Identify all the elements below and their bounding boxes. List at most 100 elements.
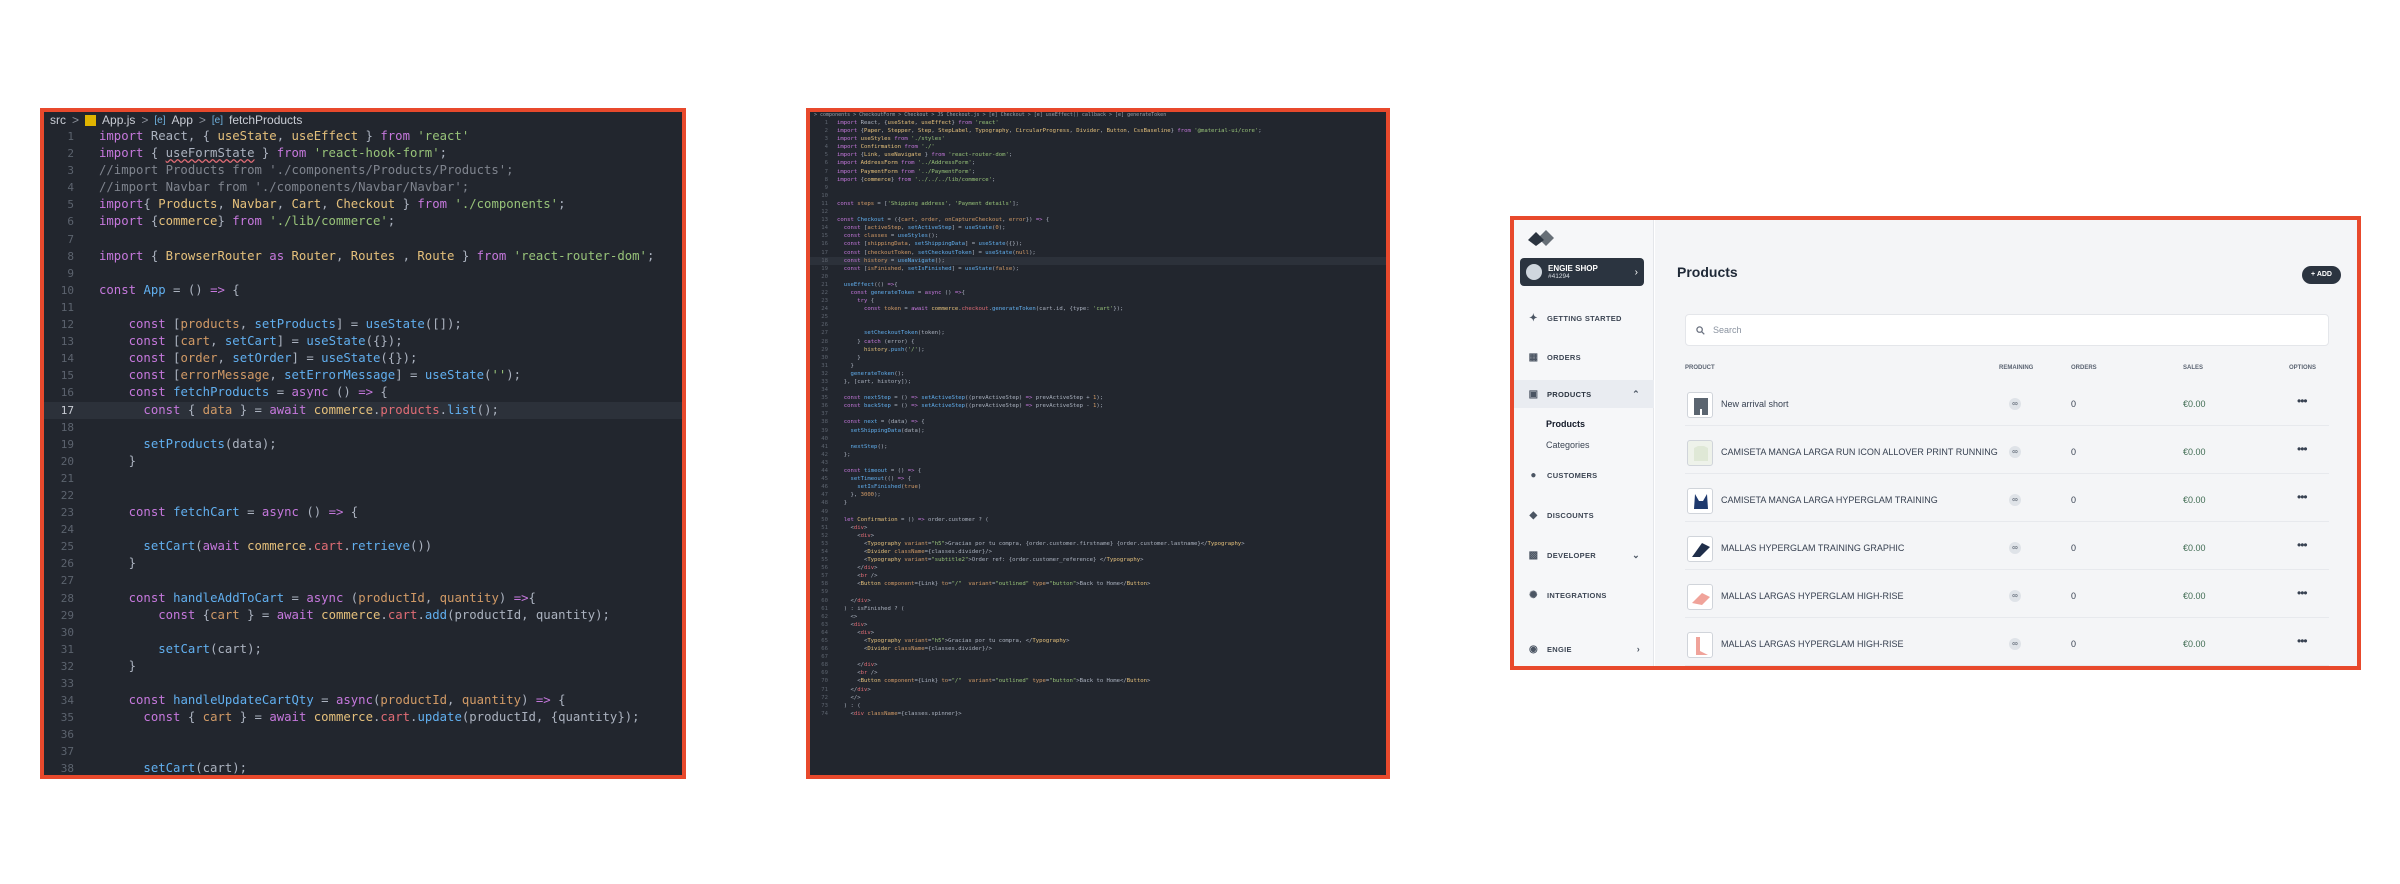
table-row[interactable]: CAMISETA MANGA LARGA HYPERGLAM TRAINING … xyxy=(1685,474,2329,522)
code-line[interactable]: 33 xyxy=(44,675,682,692)
code-line[interactable]: 29 history.push('/'); xyxy=(810,346,1386,354)
code-line[interactable]: 21 xyxy=(44,470,682,487)
product-name[interactable]: MALLAS LARGAS HYPERGLAM HIGH-RISE xyxy=(1721,639,1904,649)
sidebar-item-integrations[interactable]: ✺ INTEGRATIONS xyxy=(1514,581,1654,609)
code-line[interactable]: 3 //import Products from './components/Pr… xyxy=(44,162,682,179)
sidebar-user-menu[interactable]: ◉ ENGIE › xyxy=(1514,635,1654,663)
code-line[interactable]: 24 xyxy=(44,521,682,538)
code-line[interactable]: 46 setIsFinished(true) xyxy=(810,483,1386,491)
sidebar-subitem-products[interactable]: Products xyxy=(1546,419,1585,429)
table-row[interactable]: MALLAS LARGAS HYPERGLAM HIGH-RISE ∞ 0 €0… xyxy=(1685,618,2329,666)
product-name[interactable]: MALLAS LARGAS HYPERGLAM HIGH-RISE xyxy=(1721,591,1904,601)
code-line[interactable]: 39 } xyxy=(44,778,682,779)
code-line[interactable]: 4 //import Navbar from './components/Navb… xyxy=(44,179,682,196)
code-line[interactable]: 65 <Typography variant="h5">Gracias por … xyxy=(810,637,1386,645)
product-name[interactable]: New arrival short xyxy=(1721,399,1789,409)
code-line[interactable]: 61 ) : isFinished ? ( xyxy=(810,605,1386,613)
add-product-button[interactable]: + ADD xyxy=(2302,266,2341,284)
code-line[interactable]: 37 xyxy=(810,410,1386,418)
more-options-icon[interactable]: ••• xyxy=(2297,490,2308,504)
code-line[interactable]: 34 xyxy=(810,386,1386,394)
code-line[interactable]: 35 const nextStep = () => setActiveStep(… xyxy=(810,394,1386,402)
code-line[interactable]: 11 xyxy=(44,299,682,316)
code-line[interactable]: 63 <div> xyxy=(810,621,1386,629)
column-header-sales[interactable]: SALES xyxy=(2183,365,2203,371)
sidebar-subitem-categories[interactable]: Categories xyxy=(1546,440,1590,450)
code-line[interactable]: 36 xyxy=(44,726,682,743)
code-line[interactable]: 19 setProducts(data); xyxy=(44,436,682,453)
code-line[interactable]: 15 const [errorMessage, setErrorMessage]… xyxy=(44,367,682,384)
code-line[interactable]: 34 const handleUpdateCartQty = async(pro… xyxy=(44,692,682,709)
code-line[interactable]: 70 <Button component={Link} to="/" varia… xyxy=(810,677,1386,685)
code-line[interactable]: 64 <div> xyxy=(810,629,1386,637)
code-line[interactable]: 4 import Confirmation from './' xyxy=(810,143,1386,151)
code-line[interactable]: 32 generateToken(); xyxy=(810,370,1386,378)
code-line[interactable]: 26 xyxy=(810,321,1386,329)
code-line[interactable]: 51 <div> xyxy=(810,524,1386,532)
code-line[interactable]: 24 const token = await commerce.checkout… xyxy=(810,305,1386,313)
code-line[interactable]: 60 </div> xyxy=(810,597,1386,605)
code-line[interactable]: 5 import {Link, useNavigate } from 'react… xyxy=(810,151,1386,159)
code-line[interactable]: 2 import {Paper, Stepper, Step, StepLabel… xyxy=(810,127,1386,135)
code-line[interactable]: 17 const { data } = await commerce.produ… xyxy=(44,401,682,419)
column-header-product[interactable]: PRODUCT xyxy=(1685,365,1715,371)
code-line[interactable]: 8 import { BrowserRouter as Router, Route… xyxy=(44,248,682,265)
code-line[interactable]: 41 nextStep(); xyxy=(810,443,1386,451)
code-line[interactable]: 49 xyxy=(810,508,1386,516)
code-line[interactable]: 38 const next = (data) => { xyxy=(810,418,1386,426)
code-line[interactable]: 23 const fetchCart = async () => { xyxy=(44,504,682,521)
code-line[interactable]: 22 xyxy=(44,487,682,504)
table-row[interactable]: MALLAS HYPERGLAM TRAINING GRAPHIC ∞ 0 €0… xyxy=(1685,522,2329,570)
code-line[interactable]: 35 const { cart } = await commerce.cart.… xyxy=(44,709,682,726)
code-line[interactable]: 22 const generateToken = async () =>{ xyxy=(810,289,1386,297)
more-options-icon[interactable]: ••• xyxy=(2297,634,2308,648)
more-options-icon[interactable]: ••• xyxy=(2297,538,2308,552)
code-line[interactable]: 20 } xyxy=(44,453,682,470)
code-line[interactable]: 13 const Checkout = ({cart, order, onCapt… xyxy=(810,216,1386,224)
code-line[interactable]: 31 } xyxy=(810,362,1386,370)
code-line[interactable]: 71 </div> xyxy=(810,686,1386,694)
code-line[interactable]: 45 setTimeout(() => { xyxy=(810,475,1386,483)
code-line[interactable]: 59 xyxy=(810,588,1386,596)
code-line[interactable]: 9 xyxy=(810,184,1386,192)
code-line[interactable]: 1 import React, { useState, useEffect } f… xyxy=(44,128,682,145)
code-line[interactable]: 29 const {cart } = await commerce.cart.a… xyxy=(44,607,682,624)
code-line[interactable]: 14 const [activeStep, setActiveStep] = u… xyxy=(810,224,1386,232)
code-line[interactable]: 53 <Typography variant="h5">Gracias por … xyxy=(810,540,1386,548)
code-line[interactable]: 8 import {commerce} from '../../../lib/co… xyxy=(810,176,1386,184)
code-line[interactable]: 26 } xyxy=(44,555,682,572)
code-line[interactable]: 74 <div className={classes.spinner}> xyxy=(810,710,1386,718)
code-line[interactable]: 6 import {commerce} from './lib/commerce'… xyxy=(44,213,682,230)
code-line[interactable]: 27 xyxy=(44,572,682,589)
code-line[interactable]: 48 } xyxy=(810,499,1386,507)
column-header-orders[interactable]: ORDERS xyxy=(2071,365,2097,371)
more-options-icon[interactable]: ••• xyxy=(2297,586,2308,600)
code-line[interactable]: 30 } xyxy=(810,354,1386,362)
breadcrumb-component[interactable]: App xyxy=(172,113,193,127)
code-line[interactable]: 56 </div> xyxy=(810,564,1386,572)
code-line[interactable]: 42 }; xyxy=(810,451,1386,459)
code-line[interactable]: 47 }, 3000); xyxy=(810,491,1386,499)
code-line[interactable]: 10 xyxy=(810,192,1386,200)
code-line[interactable]: 1 import React, {useState, useEffect} fro… xyxy=(810,119,1386,127)
code-line[interactable]: 39 setShippingData(data); xyxy=(810,427,1386,435)
sidebar-item-customers[interactable]: ● CUSTOMERS xyxy=(1514,461,1654,489)
code-line[interactable]: 12 xyxy=(810,208,1386,216)
table-row[interactable]: CAMISETA MANGA LARGA RUN ICON ALLOVER PR… xyxy=(1685,426,2329,474)
code-line[interactable]: 73 ) : ( xyxy=(810,702,1386,710)
product-name[interactable]: CAMISETA MANGA LARGA HYPERGLAM TRAINING xyxy=(1721,495,1938,505)
code-line[interactable]: 16 const [shippingData, setShippingData]… xyxy=(810,240,1386,248)
code-line[interactable]: 18 const history = useNavigate(); xyxy=(810,256,1386,265)
code-line[interactable]: 17 const [checkoutToken, setCheckoutToke… xyxy=(810,249,1386,257)
code-line[interactable]: 36 const backStep = () => setActiveStep(… xyxy=(810,402,1386,410)
code-line[interactable]: 37 xyxy=(44,743,682,760)
code-line[interactable]: 62 <> xyxy=(810,613,1386,621)
more-options-icon[interactable]: ••• xyxy=(2297,442,2308,456)
search-input[interactable] xyxy=(1713,325,2313,335)
code-line[interactable]: 10 const App = () => { xyxy=(44,282,682,299)
code-line[interactable]: 13 const [cart, setCart] = useState({}); xyxy=(44,333,682,350)
code-line[interactable]: 20 xyxy=(810,273,1386,281)
table-row[interactable]: New arrival short ∞ 0 €0.00 ••• xyxy=(1685,378,2329,426)
code-line[interactable]: 28 } catch (error) { xyxy=(810,338,1386,346)
code-line[interactable]: 67 xyxy=(810,653,1386,661)
